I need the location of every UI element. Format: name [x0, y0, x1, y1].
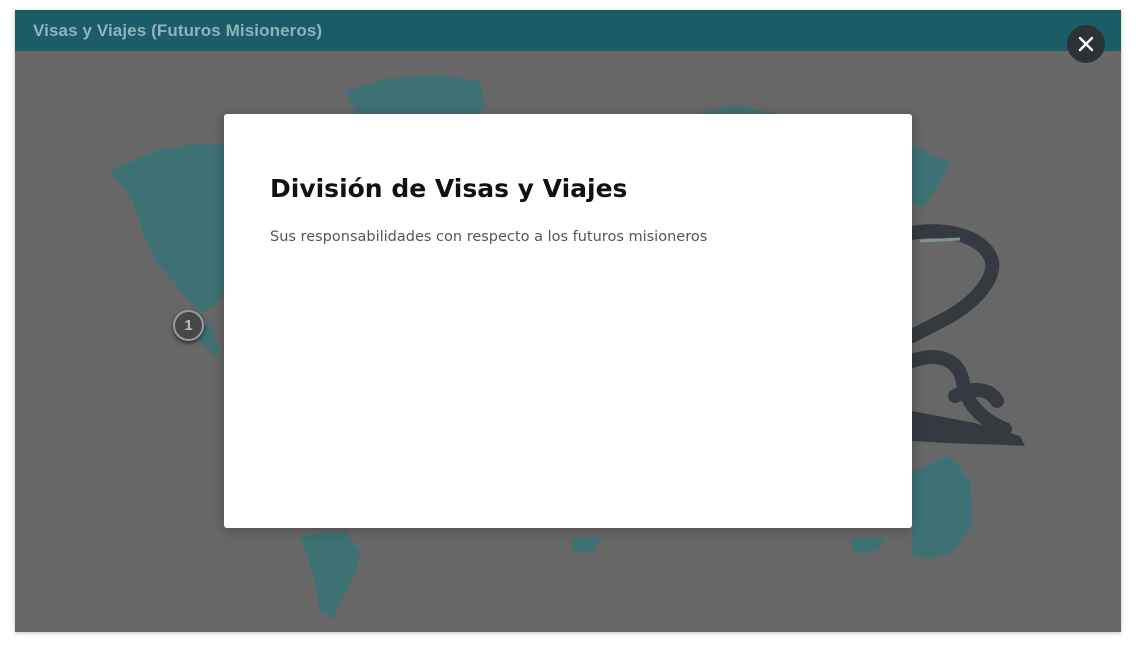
modal-title: División de Visas y Viajes [270, 174, 628, 203]
window-title: Visas y Viajes (Futuros Misioneros) [33, 21, 323, 40]
modal-subtitle: Sus responsabilidades con respecto a los… [270, 229, 708, 245]
close-icon [1078, 36, 1094, 52]
title-bar: Visas y Viajes (Futuros Misioneros) [15, 10, 1121, 51]
info-modal: División de Visas y Viajes Sus responsab… [224, 114, 912, 528]
hotspot-marker-1[interactable]: 1 [173, 310, 204, 341]
close-button[interactable] [1067, 25, 1105, 63]
